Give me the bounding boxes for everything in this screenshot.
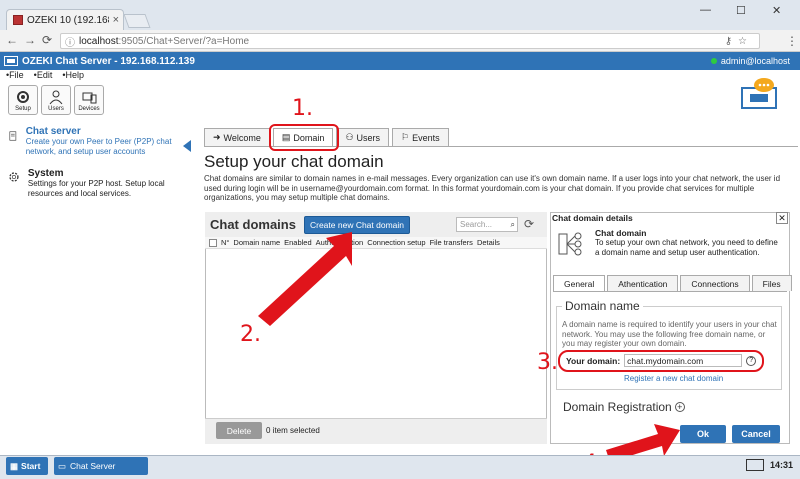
tab-events[interactable]: ⚐ Events bbox=[392, 128, 449, 146]
devices-button[interactable]: Devices bbox=[74, 85, 104, 115]
user-icon: ⚇ bbox=[345, 132, 354, 142]
domain-name-description: A domain name is required to identify yo… bbox=[562, 320, 777, 348]
start-button[interactable]: ▦ Start bbox=[6, 457, 48, 475]
chat-server-logo-icon bbox=[741, 78, 777, 109]
bookmark-star-icon[interactable]: ⚷☆ bbox=[725, 36, 759, 47]
search-input[interactable]: Search... ⌕ bbox=[456, 217, 518, 232]
user-indicator[interactable]: admin@localhost bbox=[710, 56, 800, 66]
ozeki-logo-icon bbox=[4, 56, 18, 66]
register-domain-link[interactable]: Register a new chat domain bbox=[624, 374, 723, 383]
select-all-checkbox[interactable] bbox=[209, 238, 217, 247]
new-tab-button[interactable] bbox=[123, 14, 151, 28]
online-status-icon bbox=[710, 58, 717, 64]
sidebar-item-system[interactable]: System Settings for your P2P host. Setup… bbox=[8, 168, 188, 199]
search-icon[interactable]: ⌕ bbox=[511, 220, 517, 230]
column-file-transfers[interactable]: File transfers bbox=[430, 238, 473, 247]
ok-button[interactable]: Ok bbox=[680, 425, 726, 443]
domain-name-legend: Domain name bbox=[562, 299, 643, 313]
browser-tab[interactable]: OZEKI 10 (192.168.112.1 × bbox=[6, 9, 124, 30]
selected-count: 0 item selected bbox=[266, 426, 320, 435]
reload-icon[interactable]: ⟳ bbox=[42, 33, 52, 47]
browser-menu-icon[interactable]: ⋮ bbox=[786, 34, 798, 48]
close-window-icon[interactable]: ✕ bbox=[772, 4, 781, 17]
users-icon bbox=[49, 90, 63, 105]
details-info-title: Chat domain bbox=[595, 228, 647, 238]
menu-edit[interactable]: •Edit bbox=[34, 70, 53, 82]
tab-connections[interactable]: Connections bbox=[680, 275, 750, 291]
devices-icon bbox=[82, 92, 97, 104]
annotation-highlight-domain-input bbox=[558, 350, 764, 372]
annotation-highlight-domain-tab bbox=[269, 124, 339, 151]
delete-button[interactable]: Delete bbox=[216, 422, 262, 439]
sidebar-item-chat-server[interactable]: Chat server Create your own Peer to Peer… bbox=[8, 126, 188, 157]
forward-icon[interactable]: → bbox=[24, 33, 36, 47]
annotation-arrow-2-icon bbox=[258, 232, 352, 326]
details-info: Chat domain To setup your own chat netwo… bbox=[595, 228, 779, 257]
menu-file[interactable]: •File bbox=[6, 70, 24, 82]
page-info-icon: ⓘ bbox=[65, 37, 75, 49]
domain-registration-toggle[interactable]: Domain Registration + bbox=[563, 400, 685, 414]
window-icon: ▭ bbox=[58, 460, 67, 471]
tab-users[interactable]: ⚇ Users bbox=[336, 128, 390, 146]
column-connection-setup[interactable]: Connection setup bbox=[367, 238, 425, 247]
clock: 14:31 bbox=[770, 460, 794, 470]
tab-files[interactable]: Files bbox=[751, 275, 792, 291]
tab-general[interactable]: General bbox=[553, 275, 606, 291]
server-icon bbox=[9, 131, 17, 141]
close-icon[interactable]: ✕ bbox=[776, 212, 788, 224]
page-description: Chat domains are similar to domain names… bbox=[204, 174, 781, 202]
browser-tab-title: OZEKI 10 (192.168.112.1 bbox=[27, 14, 109, 26]
flag-icon: ⚐ bbox=[401, 132, 410, 142]
gear-icon bbox=[9, 172, 19, 182]
network-icon bbox=[558, 232, 582, 256]
details-header: Chat domain details bbox=[552, 213, 633, 223]
page-title: Setup your chat domain bbox=[204, 152, 384, 171]
taskbar-item-chat-server[interactable]: ▭ Chat Server bbox=[54, 457, 148, 475]
details-info-desc: To setup your own chat network, you need… bbox=[595, 238, 778, 257]
arrow-icon: ➜ bbox=[213, 132, 221, 142]
tab-welcome[interactable]: ➜ Welcome bbox=[204, 128, 270, 146]
sidebar-item-desc: Settings for your P2P host. Setup local … bbox=[27, 179, 165, 198]
annotation-step-1: 1. bbox=[292, 96, 313, 121]
sidebar-item-title: Chat server bbox=[25, 126, 81, 137]
start-icon: ▦ bbox=[10, 460, 19, 471]
minimize-icon[interactable]: — bbox=[700, 4, 711, 16]
close-tab-icon[interactable]: × bbox=[113, 14, 123, 26]
sidebar-item-title: System bbox=[27, 168, 64, 179]
cancel-button[interactable]: Cancel bbox=[732, 425, 780, 443]
back-icon[interactable]: ← bbox=[6, 33, 18, 47]
url-path: :9505/Chat+Server/?a=Home bbox=[118, 35, 250, 47]
url-host: localhost bbox=[79, 35, 119, 47]
user-name: admin@localhost bbox=[720, 56, 790, 66]
refresh-icon[interactable]: ⟳ bbox=[524, 217, 534, 231]
menu-help[interactable]: •Help bbox=[62, 70, 84, 82]
app-title: OZEKI Chat Server - 192.168.112.139 bbox=[22, 55, 195, 67]
column-details[interactable]: Details bbox=[477, 238, 500, 247]
details-tab-divider bbox=[553, 291, 787, 292]
selected-indicator-icon bbox=[183, 140, 191, 152]
sidebar-item-desc: Create your own Peer to Peer (P2P) chat … bbox=[25, 137, 172, 156]
maximize-icon[interactable]: ☐ bbox=[736, 4, 746, 17]
favicon-icon bbox=[13, 15, 23, 25]
gear-icon bbox=[17, 91, 29, 103]
url-input[interactable]: ⓘ localhost:9505/Chat+Server/?a=Home ⚷☆ bbox=[60, 33, 760, 49]
expand-plus-icon[interactable]: + bbox=[674, 402, 685, 412]
app-header: OZEKI Chat Server - 192.168.112.139 admi… bbox=[0, 52, 800, 70]
tab-authentication[interactable]: Athentication bbox=[607, 275, 679, 291]
users-button[interactable]: Users bbox=[41, 85, 71, 115]
annotation-step-3: 3. bbox=[537, 350, 558, 375]
menu-bar: •File •Edit •Help bbox=[0, 70, 400, 82]
column-number[interactable]: N° bbox=[221, 238, 229, 247]
setup-button[interactable]: Setup bbox=[8, 85, 38, 115]
details-tabs: General Athentication Connections Files bbox=[553, 275, 792, 291]
keyboard-icon[interactable] bbox=[746, 459, 764, 471]
